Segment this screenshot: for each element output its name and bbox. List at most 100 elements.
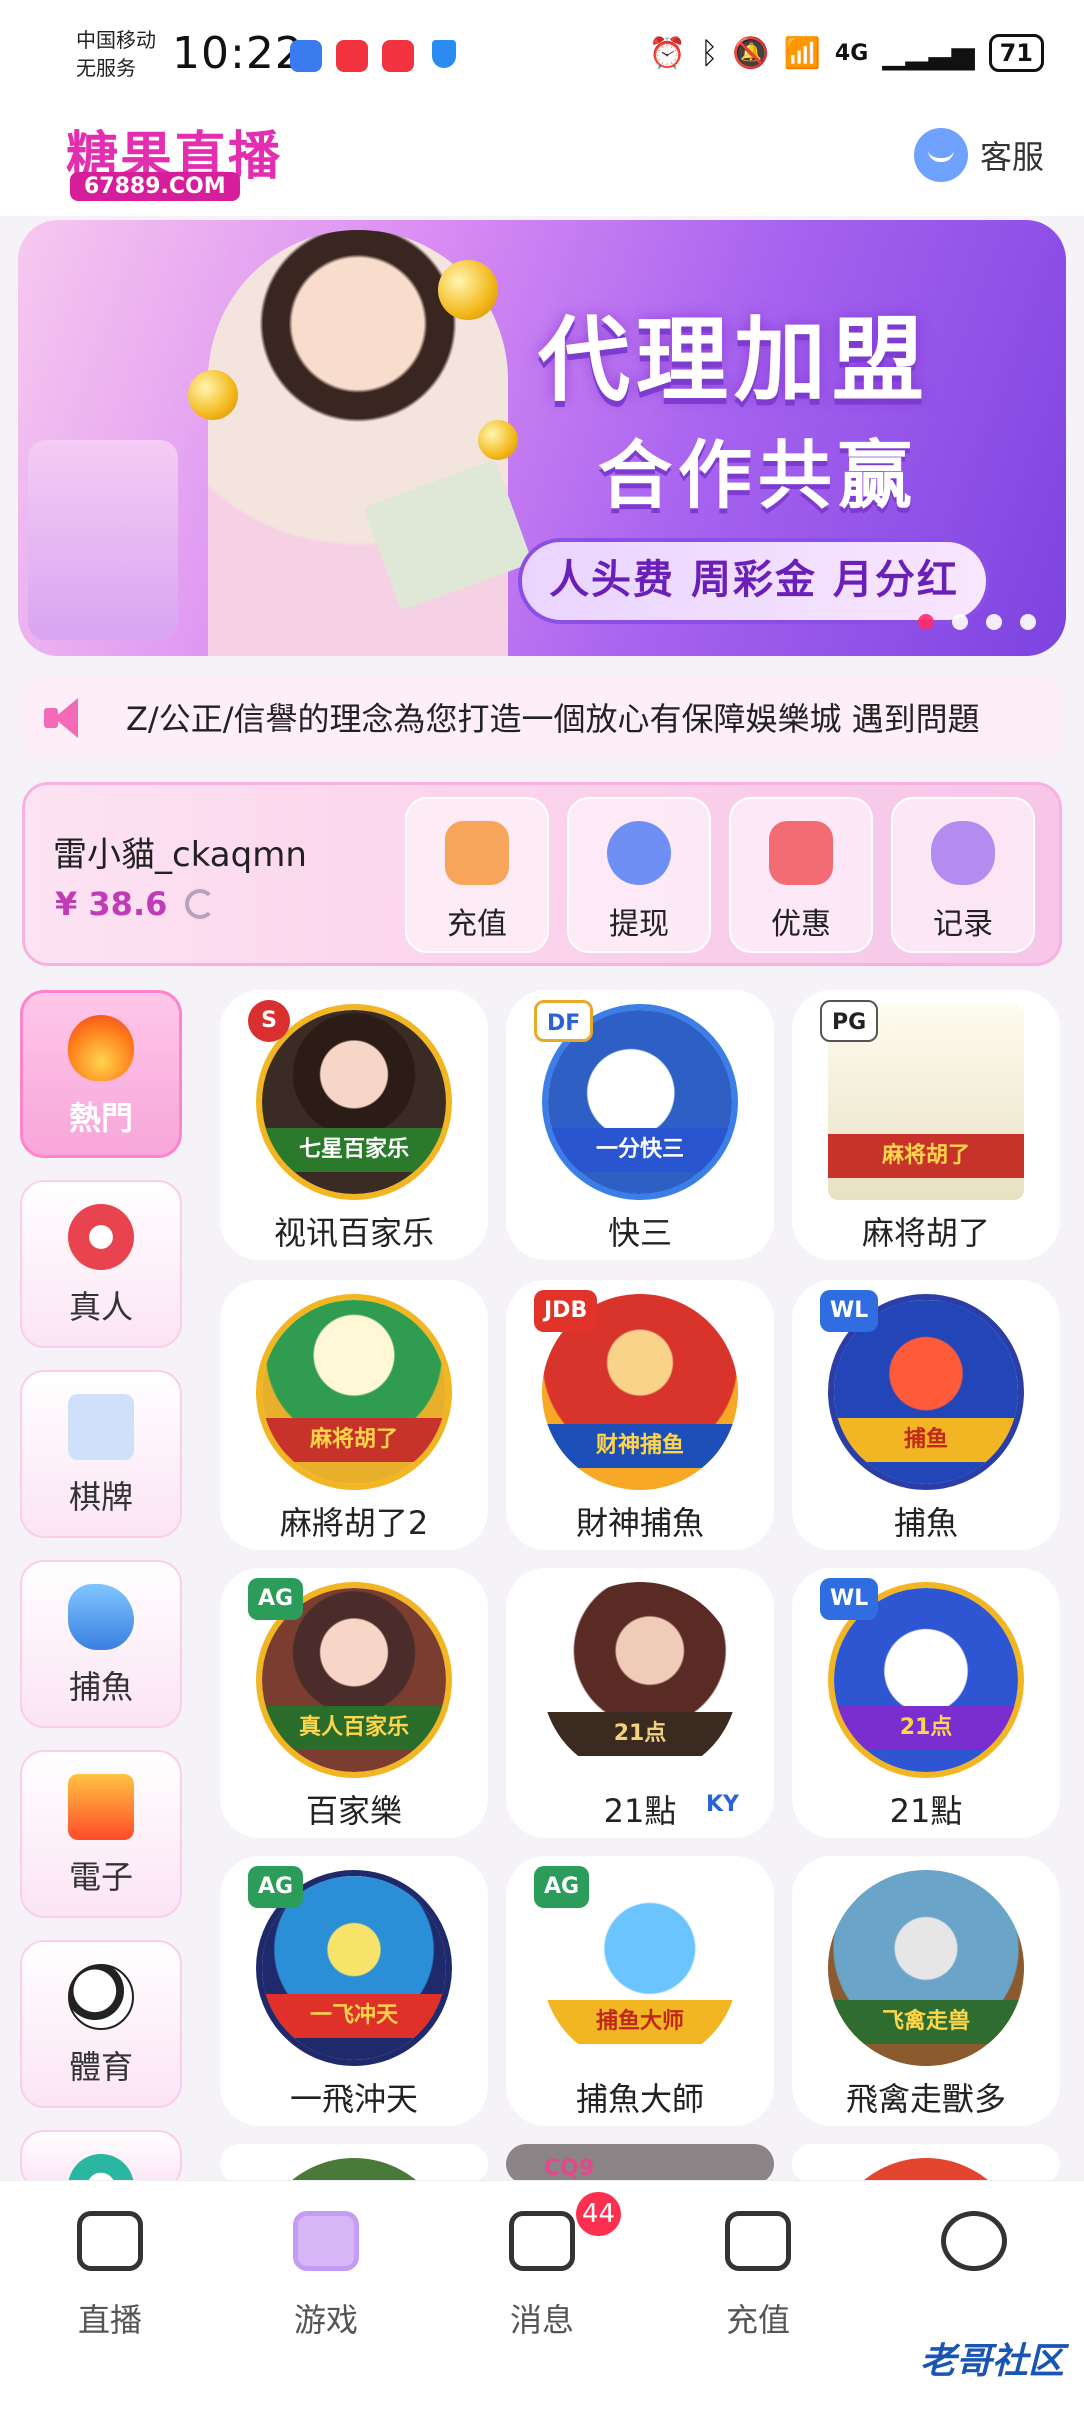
game-card[interactable]: 财神捕鱼 JDB 財神捕魚	[506, 1280, 774, 1550]
records-button[interactable]: 记录	[891, 797, 1035, 953]
huawei-app-icon-2	[382, 40, 414, 72]
game-name: 飛禽走獸多	[845, 2080, 1006, 2118]
records-label: 记录	[933, 907, 993, 942]
carrier-service: 无服务	[76, 56, 136, 80]
category-label: 捕魚	[68, 1668, 133, 1706]
game-card[interactable]: 21点 WL 21點	[792, 1568, 1060, 1838]
game-card[interactable]: 飞禽走兽 飛禽走獸多	[792, 1856, 1060, 2126]
game-name: 財神捕魚	[575, 1504, 704, 1542]
game-name: 快三	[607, 1214, 672, 1252]
game-card[interactable]: CQ9	[506, 2144, 774, 2184]
user-wallet-card: 雷小貓_ckaqmn ¥ 38.6 充值 提现 优惠 记录	[22, 782, 1062, 966]
category-label: 電子	[68, 1858, 133, 1896]
game-thumbnail: 21点	[542, 1582, 738, 1778]
calendar-app-icon	[290, 40, 322, 72]
game-name: 21點	[889, 1792, 963, 1830]
carousel-dot[interactable]	[952, 614, 968, 630]
nav-messages[interactable]: 44 消息	[482, 2192, 622, 2341]
shark-icon	[68, 1584, 134, 1650]
game-card[interactable]	[792, 2144, 1060, 2184]
notice-marquee[interactable]: Z/公正/信譽的理念為您打造一個放心有保障娛樂城 遇到問題	[22, 676, 1062, 760]
promo-banner[interactable]: 代理加盟 合作共赢 人头费 周彩金 月分红	[18, 220, 1066, 656]
nav-profile[interactable]	[914, 2211, 1034, 2271]
wallet-icon	[725, 2211, 791, 2271]
game-art-text: 21点	[542, 1712, 738, 1756]
nav-label: 游戏	[293, 2301, 358, 2339]
balance: ¥ 38.6	[55, 885, 216, 923]
category-hot[interactable]: 熱門	[20, 990, 182, 1158]
category-label: 棋牌	[68, 1478, 133, 1516]
provider-badge: CQ9	[544, 2156, 595, 2181]
video-camera-icon	[77, 2211, 143, 2271]
game-card[interactable]: 捕鱼 WL 捕魚	[792, 1280, 1060, 1550]
provider-badge: AG	[534, 1866, 590, 1908]
carrier-info: 中国移动 无服务	[76, 26, 156, 82]
provider-badge: AG	[248, 1866, 304, 1908]
promotions-button[interactable]: 优惠	[729, 797, 873, 953]
carousel-dot[interactable]	[986, 614, 1002, 630]
category-sports[interactable]: 體育	[20, 1940, 182, 2108]
game-art-text: 一飞冲天	[262, 1994, 446, 2038]
speaker-icon	[44, 698, 88, 738]
headset-icon	[913, 128, 968, 182]
game-card[interactable]: 捕鱼大师 AG 捕魚大師	[506, 1856, 774, 2126]
provider-badge: AG	[248, 1578, 304, 1620]
game-card[interactable]	[220, 2144, 488, 2184]
poker-chip-icon	[68, 1204, 134, 1270]
nav-live[interactable]: 直播	[50, 2211, 170, 2341]
battery-indicator: 71	[988, 34, 1044, 72]
status-time: 10:22	[172, 28, 304, 79]
banner-tagline: 人头费 周彩金 月分红	[518, 538, 990, 624]
game-card[interactable]: 一分快三 DF 快三	[506, 990, 774, 1260]
refresh-icon[interactable]	[185, 889, 216, 919]
carousel-dot[interactable]	[1020, 614, 1036, 630]
game-card[interactable]: 真人百家乐 AG 百家樂	[220, 1568, 488, 1838]
provider-badge: JDB	[534, 1290, 598, 1332]
ticket-icon	[769, 821, 833, 885]
game-art-text: 捕鱼大师	[542, 2000, 738, 2044]
provider-badge: DF	[534, 1000, 594, 1042]
game-art-text: 麻将胡了	[828, 1134, 1024, 1178]
deposit-label: 充值	[447, 907, 507, 942]
category-live[interactable]: 真人	[20, 1180, 182, 1348]
game-card[interactable]: 麻将胡了 PG 麻将胡了	[792, 990, 1060, 1260]
game-card[interactable]: 七星百家乐 S 视讯百家乐	[220, 990, 488, 1260]
banner-subtitle: 合作共赢	[598, 433, 918, 519]
customer-service-button[interactable]: 客服	[913, 128, 1044, 182]
category-cards[interactable]: 棋牌	[20, 1370, 182, 1538]
alarm-icon: ⏰	[648, 35, 687, 71]
gamepad-icon	[931, 821, 995, 885]
game-thumbnail: 飞禽走兽	[828, 1870, 1024, 2066]
withdraw-label: 提现	[609, 907, 669, 942]
gamepad-icon	[293, 2211, 359, 2271]
carousel-dot[interactable]	[918, 614, 934, 630]
game-name: 百家樂	[305, 1792, 402, 1830]
unread-badge: 44	[576, 2192, 622, 2236]
game-card[interactable]: 21点 KY 21點	[506, 1568, 774, 1838]
nav-deposit[interactable]: 充值	[698, 2211, 818, 2341]
nav-label: 充值	[725, 2301, 790, 2339]
carrier-name: 中国移动	[76, 28, 156, 52]
withdraw-button[interactable]: 提现	[567, 797, 711, 953]
game-card[interactable]: 麻将胡了 麻將胡了2	[220, 1280, 488, 1550]
coin-icon	[478, 420, 518, 460]
slot-777-icon	[68, 1774, 134, 1840]
wifi-icon: 📶	[783, 35, 821, 71]
category-slots[interactable]: 電子	[20, 1750, 182, 1918]
game-card[interactable]: 一飞冲天 AG 一飛沖天	[220, 1856, 488, 2126]
category-fishing[interactable]: 捕魚	[20, 1560, 182, 1728]
category-label: 真人	[68, 1288, 133, 1326]
signal-icon: ▁▂▃▅	[882, 35, 975, 71]
game-art-text: 麻将胡了	[262, 1418, 446, 1462]
provider-badge: S	[248, 1000, 290, 1042]
category-label: 體育	[68, 2048, 133, 2086]
category-label: 熱門	[68, 1099, 133, 1137]
nav-games[interactable]: 游戏	[266, 2211, 386, 2341]
coin-icon	[438, 260, 498, 320]
nav-label: 直播	[77, 2301, 142, 2339]
deposit-button[interactable]: 充值	[405, 797, 549, 953]
huawei-app-icon	[336, 40, 368, 72]
watermark: 老哥社区	[919, 2341, 1064, 2382]
carousel-dots[interactable]	[918, 614, 1036, 630]
game-art-text: 飞禽走兽	[828, 2000, 1024, 2044]
